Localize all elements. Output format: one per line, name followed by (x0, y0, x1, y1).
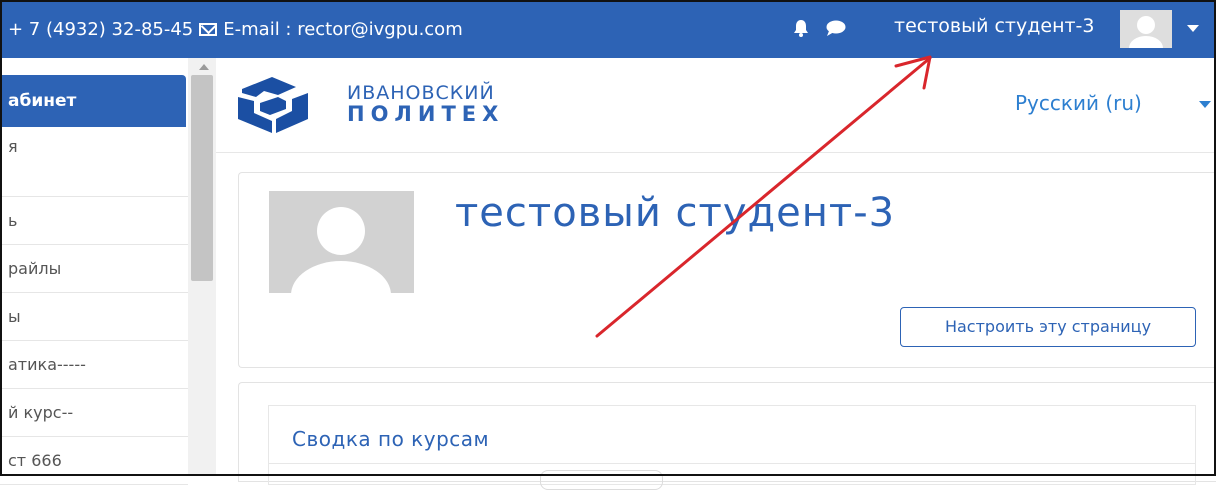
caret-down-icon[interactable] (1187, 25, 1199, 32)
sidebar-item[interactable]: я (0, 127, 188, 197)
user-avatar[interactable] (1120, 10, 1172, 48)
chevron-down-icon[interactable] (1199, 101, 1211, 108)
user-menu-name[interactable]: тестовый студент-3 (894, 15, 1095, 37)
chat-icon[interactable] (826, 20, 846, 37)
sidebar-header[interactable]: абинет (0, 75, 186, 127)
sidebar-item[interactable]: й курс-- (0, 389, 188, 437)
sidebar-item[interactable]: ст 666 (0, 437, 188, 485)
language-selector[interactable]: Русский (ru) (1015, 91, 1142, 115)
course-overview-title: Сводка по курсам (292, 427, 490, 451)
logo-icon[interactable] (234, 75, 310, 135)
top-navbar: + 7 (4932) 32-85-45 E-mail : rector@ivgp… (0, 0, 1216, 58)
site-header: ИВАНОВСКИЙ ПОЛИТЕХ Русский (ru) (216, 58, 1216, 153)
scrollbar-thumb[interactable] (191, 75, 213, 281)
profile-avatar (269, 191, 414, 293)
overview-filter-control[interactable] (540, 470, 663, 490)
page-title: тестовый студент-3 (455, 190, 896, 236)
sidebar-item[interactable]: ь (0, 197, 188, 245)
sidebar: абинет я ь райлы ы атика----- й курс-- с… (0, 58, 188, 485)
phone-number: + 7 (4932) 32-85-45 (8, 19, 194, 40)
mail-icon (199, 23, 218, 36)
divider (268, 463, 1196, 464)
sidebar-item[interactable]: атика----- (0, 341, 188, 389)
sidebar-item[interactable]: ы (0, 293, 188, 341)
brand-line-1: ИВАНОВСКИЙ (347, 82, 495, 104)
customize-page-button[interactable]: Настроить эту страницу (900, 307, 1196, 347)
bell-icon[interactable] (793, 19, 809, 37)
sidebar-item[interactable]: райлы (0, 245, 188, 293)
email-address: E-mail : rector@ivgpu.com (223, 19, 463, 40)
brand-line-2: ПОЛИТЕХ (347, 102, 505, 126)
scroll-up-arrow-icon[interactable] (199, 64, 209, 70)
contact-info: + 7 (4932) 32-85-45 E-mail : rector@ivgp… (8, 19, 463, 40)
